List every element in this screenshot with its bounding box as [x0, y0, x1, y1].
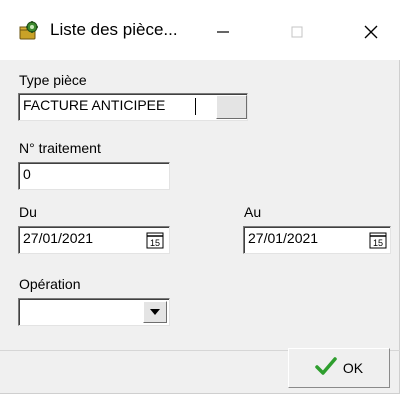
- au-date-value: 27/01/2021: [248, 230, 319, 246]
- title-bar[interactable]: Liste des pièce...: [0, 0, 400, 60]
- window-title: Liste des pièce...: [50, 20, 178, 39]
- operation-label: Opération: [19, 276, 81, 292]
- du-date-field[interactable]: 27/01/2021 15: [18, 226, 170, 254]
- operation-dropdown-button[interactable]: [143, 301, 167, 323]
- svg-text:15: 15: [373, 238, 383, 248]
- maximize-icon: [291, 26, 303, 38]
- du-date-value: 27/01/2021: [23, 230, 94, 246]
- du-label: Du: [19, 204, 37, 220]
- num-traitement-label: N° traitement: [19, 140, 101, 156]
- ok-label: OK: [342, 360, 364, 376]
- au-date-field[interactable]: 27/01/2021 15: [243, 226, 391, 254]
- operation-select[interactable]: [18, 298, 170, 326]
- num-traitement-value: 0: [23, 166, 31, 182]
- type-piece-lookup-button[interactable]: [216, 95, 247, 119]
- type-piece-label: Type pièce: [19, 72, 87, 88]
- dialog-window: Liste des pièce... Type pièce FACTURE AN…: [0, 0, 400, 394]
- au-label: Au: [244, 204, 262, 220]
- close-button[interactable]: [348, 14, 394, 50]
- maximize-button[interactable]: [274, 14, 320, 50]
- checkmark-icon: [315, 356, 337, 381]
- type-piece-field[interactable]: FACTURE ANTICIPEE: [18, 93, 248, 121]
- svg-text:15: 15: [150, 238, 160, 248]
- close-icon: [364, 25, 378, 39]
- ok-button[interactable]: OK: [288, 348, 390, 388]
- minimize-icon: [217, 31, 229, 33]
- calendar-icon[interactable]: 15: [146, 231, 164, 249]
- gear-folder-icon: [18, 20, 40, 42]
- calendar-icon[interactable]: 15: [369, 231, 387, 249]
- num-traitement-field[interactable]: 0: [18, 162, 170, 190]
- minimize-button[interactable]: [200, 14, 246, 50]
- chevron-down-icon: [150, 309, 160, 315]
- text-caret: [195, 98, 196, 115]
- type-piece-value: FACTURE ANTICIPEE: [23, 97, 166, 113]
